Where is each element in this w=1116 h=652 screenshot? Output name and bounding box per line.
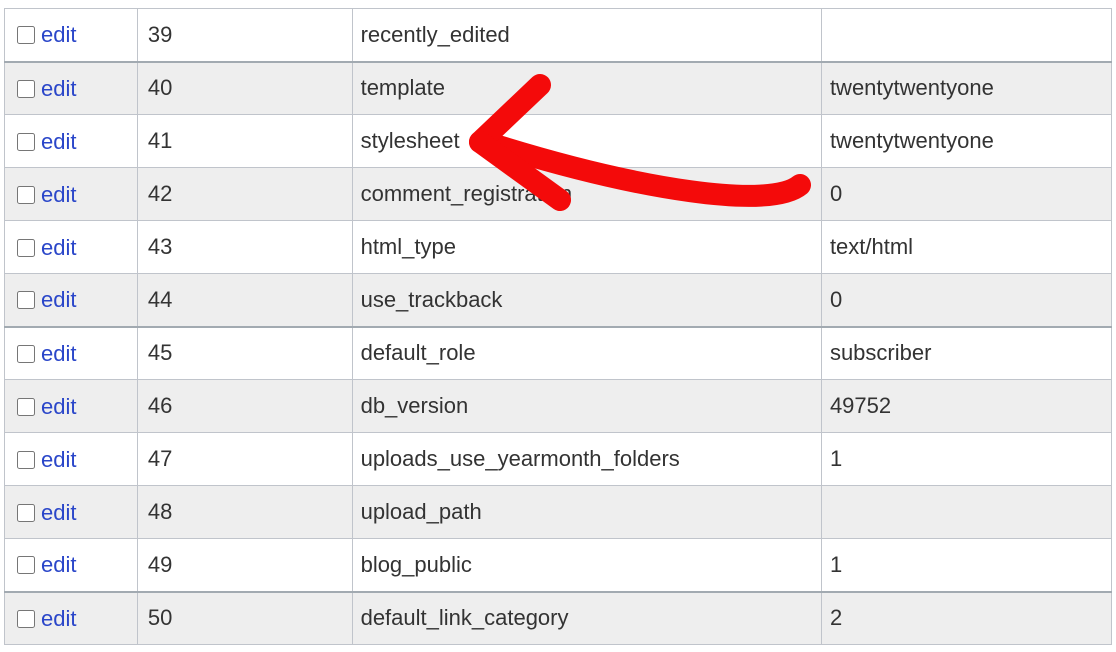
row-checkbox[interactable]	[17, 291, 35, 309]
option-id-cell: 49	[137, 539, 352, 592]
option-value-cell: 0	[821, 274, 1111, 327]
row-action-cell: edit	[5, 592, 138, 645]
option-value-cell: text/html	[821, 221, 1111, 274]
option-id-cell: 46	[137, 380, 352, 433]
option-value-cell: twentytwentyone	[821, 115, 1111, 168]
row-action-cell: edit	[5, 115, 138, 168]
option-id-cell: 45	[137, 327, 352, 380]
option-name-cell: db_version	[352, 380, 821, 433]
option-name-cell: html_type	[352, 221, 821, 274]
table-row: edit 49blog_public1	[5, 539, 1112, 592]
option-id-cell: 48	[137, 486, 352, 539]
edit-link[interactable]: edit	[41, 606, 76, 631]
table-row: edit 39recently_edited	[5, 9, 1112, 62]
row-action-cell: edit	[5, 9, 138, 62]
option-value-cell: twentytwentyone	[821, 62, 1111, 115]
options-table: edit39recently_editededit40templatetwent…	[4, 8, 1112, 645]
row-checkbox[interactable]	[17, 239, 35, 257]
option-name-cell: blog_public	[352, 539, 821, 592]
option-id-cell: 40	[137, 62, 352, 115]
option-value-cell: subscriber	[821, 327, 1111, 380]
option-name-cell: default_link_category	[352, 592, 821, 645]
edit-link[interactable]: edit	[41, 22, 76, 47]
option-id-cell: 43	[137, 221, 352, 274]
edit-link[interactable]: edit	[41, 447, 76, 472]
edit-link[interactable]: edit	[41, 500, 76, 525]
table-row: edit 43html_typetext/html	[5, 221, 1112, 274]
option-id-cell: 47	[137, 433, 352, 486]
option-value-cell: 49752	[821, 380, 1111, 433]
table-row: edit 44use_trackback0	[5, 274, 1112, 327]
option-name-cell: uploads_use_yearmonth_folders	[352, 433, 821, 486]
option-name-cell: recently_edited	[352, 9, 821, 62]
option-value-cell: 1	[821, 539, 1111, 592]
table-row: edit 42comment_registration0	[5, 168, 1112, 221]
edit-link[interactable]: edit	[41, 76, 76, 101]
edit-link[interactable]: edit	[41, 287, 76, 312]
row-action-cell: edit	[5, 539, 138, 592]
option-value-cell	[821, 486, 1111, 539]
table-row: edit 41stylesheettwentytwentyone	[5, 115, 1112, 168]
table-row: edit 47uploads_use_yearmonth_folders1	[5, 433, 1112, 486]
table-row: edit 46db_version49752	[5, 380, 1112, 433]
row-checkbox[interactable]	[17, 26, 35, 44]
row-checkbox[interactable]	[17, 451, 35, 469]
option-name-cell: stylesheet	[352, 115, 821, 168]
option-value-cell: 0	[821, 168, 1111, 221]
option-name-cell: use_trackback	[352, 274, 821, 327]
row-action-cell: edit	[5, 221, 138, 274]
option-name-cell: template	[352, 62, 821, 115]
row-checkbox[interactable]	[17, 80, 35, 98]
table-row: edit 40templatetwentytwentyone	[5, 62, 1112, 115]
edit-link[interactable]: edit	[41, 552, 76, 577]
option-id-cell: 41	[137, 115, 352, 168]
option-id-cell: 39	[137, 9, 352, 62]
row-checkbox[interactable]	[17, 186, 35, 204]
row-checkbox[interactable]	[17, 398, 35, 416]
option-id-cell: 50	[137, 592, 352, 645]
edit-link[interactable]: edit	[41, 235, 76, 260]
row-action-cell: edit	[5, 486, 138, 539]
row-action-cell: edit	[5, 433, 138, 486]
row-checkbox[interactable]	[17, 345, 35, 363]
row-checkbox[interactable]	[17, 556, 35, 574]
row-action-cell: edit	[5, 168, 138, 221]
table-row: edit 45default_rolesubscriber	[5, 327, 1112, 380]
option-value-cell: 2	[821, 592, 1111, 645]
option-name-cell: upload_path	[352, 486, 821, 539]
option-value-cell: 1	[821, 433, 1111, 486]
row-checkbox[interactable]	[17, 133, 35, 151]
option-value-cell	[821, 9, 1111, 62]
row-action-cell: edit	[5, 274, 138, 327]
row-action-cell: edit	[5, 380, 138, 433]
option-name-cell: default_role	[352, 327, 821, 380]
row-action-cell: edit	[5, 327, 138, 380]
row-checkbox[interactable]	[17, 610, 35, 628]
option-id-cell: 44	[137, 274, 352, 327]
table-row: edit 50default_link_category2	[5, 592, 1112, 645]
edit-link[interactable]: edit	[41, 394, 76, 419]
table-row: edit 48upload_path	[5, 486, 1112, 539]
row-checkbox[interactable]	[17, 504, 35, 522]
row-action-cell: edit	[5, 62, 138, 115]
option-id-cell: 42	[137, 168, 352, 221]
edit-link[interactable]: edit	[41, 182, 76, 207]
edit-link[interactable]: edit	[41, 129, 76, 154]
option-name-cell: comment_registration	[352, 168, 821, 221]
edit-link[interactable]: edit	[41, 341, 76, 366]
